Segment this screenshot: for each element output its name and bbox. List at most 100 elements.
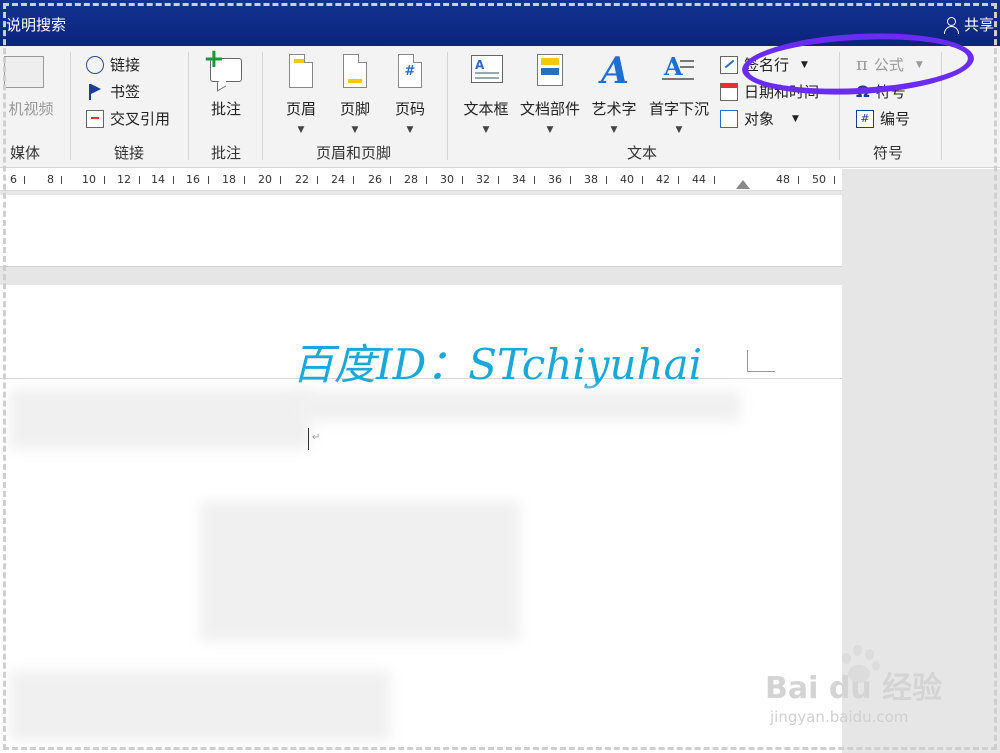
- page-number-label: 页码: [394, 100, 425, 118]
- ruler-tick-label: 14: [151, 173, 165, 186]
- object-label: 对象: [744, 110, 775, 128]
- document-text: 百度ID：STchiyuhai: [292, 340, 703, 389]
- user-icon: [943, 16, 959, 34]
- globe-link-icon: [86, 55, 104, 74]
- wordart-label: 艺术字: [591, 100, 637, 118]
- horizontal-ruler[interactable]: 6 8 10 12 14 16 18 20 22 24 26 28 30 32 34 36 38 40 42 44 48…: [0, 169, 842, 191]
- ruler-tick-mark: [426, 176, 427, 184]
- group-symbols: 符号: [873, 144, 904, 162]
- ruler-tick-mark: [834, 176, 835, 184]
- ruler-tick-label: 30: [440, 173, 454, 186]
- paragraph-mark: ↵: [312, 432, 321, 443]
- textbox-label: 文本框: [463, 100, 509, 118]
- cross-reference-icon: [86, 109, 104, 128]
- text-cursor: [308, 428, 309, 450]
- ruler-tick-mark: [208, 176, 209, 184]
- footer-button[interactable]: 页脚 ▼: [336, 52, 374, 135]
- link-label: 链接: [110, 56, 141, 74]
- ruler-tick-label: 20: [258, 173, 272, 186]
- ruler-tick-mark: [61, 176, 62, 184]
- bookmark-label: 书签: [110, 83, 141, 101]
- wordart-button[interactable]: A 艺术字 ▼: [590, 50, 638, 135]
- ruler-tick-mark: [678, 176, 679, 184]
- cross-reference-label: 交叉引用: [110, 110, 171, 128]
- chevron-down-icon[interactable]: ▼: [483, 125, 490, 135]
- blurred-text: [10, 389, 310, 449]
- ruler-tick-label: 28: [404, 173, 418, 186]
- drop-cap-label: 首字下沉: [648, 100, 709, 118]
- quick-parts-icon: [531, 52, 569, 90]
- ruler-tick-mark: [798, 176, 799, 184]
- number-label: 编号: [880, 110, 911, 128]
- chevron-down-icon[interactable]: ▼: [611, 125, 618, 135]
- textbox-button[interactable]: A 文本框 ▼: [462, 52, 510, 135]
- quick-parts-label: 文档部件: [519, 100, 580, 118]
- ruler-tick-mark: [280, 176, 281, 184]
- drop-cap-icon: A: [660, 52, 698, 90]
- chevron-down-icon[interactable]: ▼: [298, 125, 305, 135]
- ruler-tick-label: 50: [812, 173, 826, 186]
- new-comment-icon: +: [203, 46, 245, 90]
- ruler-tick-mark: [714, 176, 715, 184]
- hash-icon: #: [856, 109, 874, 128]
- page-previous[interactable]: [0, 195, 842, 267]
- page-number-button[interactable]: # 页码 ▼: [391, 52, 429, 135]
- ruler-tick-mark: [24, 176, 25, 184]
- group-links: 链接: [114, 144, 145, 162]
- separator: [188, 52, 189, 160]
- ruler-tick-mark: [139, 176, 140, 184]
- footer-label: 页脚: [339, 100, 370, 118]
- flag-icon: [86, 83, 104, 101]
- calendar-icon: [720, 82, 738, 101]
- group-media: 媒体: [10, 144, 41, 162]
- ruler-tick-label: 48: [776, 173, 790, 186]
- chevron-down-icon[interactable]: ▼: [407, 125, 414, 135]
- ruler-tick-label: 32: [476, 173, 490, 186]
- ruler-tick-label: 36: [548, 173, 562, 186]
- blurred-text: [200, 501, 520, 641]
- ruler-tick-mark: [104, 176, 105, 184]
- ruler-tick-label: 16: [186, 173, 200, 186]
- chevron-down-icon[interactable]: ▼: [547, 125, 554, 135]
- tell-me-search[interactable]: 说明搜索: [6, 14, 66, 35]
- baidu-jingyan-url: jingyan.baidu.com: [770, 708, 909, 726]
- video-icon: [4, 52, 50, 90]
- object-button[interactable]: 对象 ▼: [720, 108, 799, 129]
- ruler-tick-mark: [606, 176, 607, 184]
- ruler-tick-mark: [570, 176, 571, 184]
- ruler-tick-mark: [498, 176, 499, 184]
- share-button[interactable]: 共享: [943, 14, 994, 35]
- footer-icon: [336, 52, 374, 90]
- bookmark-button[interactable]: 书签: [86, 81, 140, 102]
- group-text: 文本: [627, 144, 658, 162]
- link-button[interactable]: 链接: [86, 54, 140, 75]
- ruler-tick-mark: [173, 176, 174, 184]
- chevron-down-icon[interactable]: ▼: [352, 125, 359, 135]
- word-window: 说明搜索 共享 机视频 媒体 链接 书签 交叉引用 链接 + 批注 批注 页眉 …: [0, 0, 1000, 753]
- ruler-tick-label: 8: [47, 173, 54, 186]
- page-number-icon: #: [391, 52, 429, 90]
- header-button[interactable]: 页眉 ▼: [282, 52, 320, 135]
- indent-marker[interactable]: [736, 180, 750, 189]
- ruler-tick-label: 6: [10, 173, 17, 186]
- ruler-tick-mark: [534, 176, 535, 184]
- ruler-tick-label: 40: [620, 173, 634, 186]
- object-icon: [720, 109, 738, 128]
- ruler-tick-label: 24: [331, 173, 345, 186]
- number-button[interactable]: # 编号: [856, 108, 910, 129]
- text-boundary-corner: [747, 350, 775, 372]
- chevron-down-icon[interactable]: ▼: [676, 125, 683, 135]
- wordart-icon: A: [601, 50, 629, 92]
- online-video-button[interactable]: 机视频: [4, 52, 58, 119]
- header-icon: [282, 52, 320, 90]
- blurred-text: [10, 671, 390, 741]
- drop-cap-button[interactable]: A 首字下沉 ▼: [647, 52, 711, 135]
- chevron-down-icon[interactable]: ▼: [792, 114, 799, 124]
- ruler-tick-mark: [462, 176, 463, 184]
- cross-reference-button[interactable]: 交叉引用: [86, 108, 170, 129]
- quick-parts-button[interactable]: 文档部件 ▼: [518, 52, 582, 135]
- comment-button[interactable]: + 批注: [203, 46, 248, 119]
- online-video-label: 机视频: [8, 100, 54, 118]
- separator: [262, 52, 263, 160]
- ruler-tick-mark: [244, 176, 245, 184]
